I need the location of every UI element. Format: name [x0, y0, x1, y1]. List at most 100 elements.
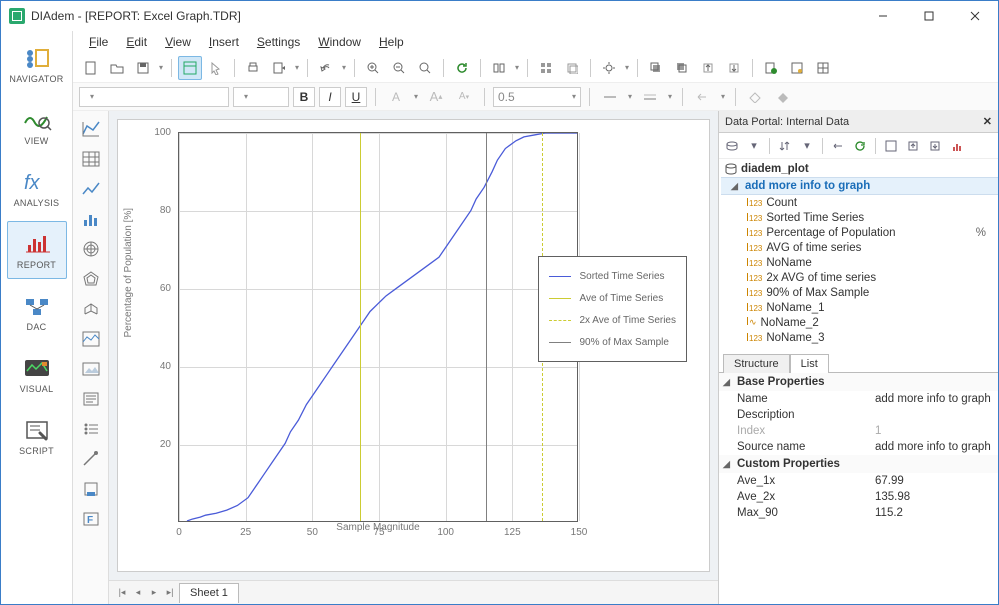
italic-button[interactable]: I	[319, 87, 341, 107]
channel-row[interactable]: 123Count	[721, 195, 998, 210]
menu-view[interactable]: View	[157, 33, 199, 51]
nav-view[interactable]: VIEW	[7, 97, 67, 155]
portal-close-button[interactable]: ✕	[983, 115, 992, 128]
property-row[interactable]: Source nameadd more info to graph	[719, 439, 998, 455]
property-row[interactable]: Ave_1x67.99	[719, 473, 998, 489]
new-button[interactable]	[79, 56, 103, 80]
contour-tool[interactable]	[77, 325, 105, 353]
portal-dropdown-icon[interactable]: ▾	[745, 137, 763, 155]
custom-properties-header[interactable]: ◢Custom Properties	[719, 455, 998, 473]
close-button[interactable]	[952, 1, 998, 31]
print-button[interactable]	[241, 56, 265, 80]
property-row[interactable]: Ave_2x135.98	[719, 489, 998, 505]
nav-script[interactable]: SCRIPT	[7, 407, 67, 465]
maximize-button[interactable]	[906, 1, 952, 31]
axis2d-tool[interactable]	[77, 115, 105, 143]
portal-sort-button[interactable]	[776, 137, 794, 155]
base-properties-header[interactable]: ◢Base Properties	[719, 373, 998, 391]
property-row[interactable]: Index1	[719, 423, 998, 439]
report-page[interactable]: Percentage of Population [%] 20406080100…	[117, 119, 710, 572]
menu-window[interactable]: Window	[310, 33, 369, 51]
image-tool[interactable]	[77, 355, 105, 383]
order-forward-button[interactable]	[696, 56, 720, 80]
portal-expand-button[interactable]	[829, 137, 847, 155]
zoom-combo[interactable]: 0.5▾	[493, 87, 581, 107]
sheet-first-button[interactable]: |◂	[115, 584, 129, 602]
nav-navigator[interactable]: NAVIGATOR	[7, 35, 67, 93]
open-button[interactable]	[105, 56, 129, 80]
menu-file[interactable]: File	[81, 33, 116, 51]
channel-row[interactable]: 1232x AVG of time series	[721, 270, 998, 285]
arrow-start-button[interactable]	[691, 85, 715, 109]
minimize-button[interactable]	[860, 1, 906, 31]
zoom-fit-button[interactable]	[413, 56, 437, 80]
list-tool[interactable]	[77, 415, 105, 443]
order-back-button[interactable]	[670, 56, 694, 80]
property-row[interactable]: Max_90115.2	[719, 505, 998, 521]
property-row[interactable]: Description	[719, 407, 998, 423]
order-backward-button[interactable]	[722, 56, 746, 80]
fill-color-button[interactable]	[772, 85, 796, 109]
underline-button[interactable]: U	[345, 87, 367, 107]
portal-dropdown2-icon[interactable]: ▾	[798, 137, 816, 155]
portal-up-button[interactable]	[904, 137, 922, 155]
nav-visual[interactable]: VISUAL	[7, 345, 67, 403]
polar-tool[interactable]	[77, 235, 105, 263]
nav-dac[interactable]: DAC	[7, 283, 67, 341]
portal-internal-button[interactable]	[723, 137, 741, 155]
channel-row[interactable]: 123NoName	[721, 255, 998, 270]
channel-row[interactable]: 123AVG of time series	[721, 240, 998, 255]
channel-row[interactable]: ∿NoName_2	[721, 315, 998, 330]
menu-help[interactable]: Help	[371, 33, 412, 51]
sheet-prev-button[interactable]: ◂	[131, 584, 145, 602]
tree-group[interactable]: ◢ add more info to graph	[721, 177, 998, 195]
line-chart-tool[interactable]	[77, 175, 105, 203]
channel-tree[interactable]: diadem_plot ◢ add more info to graph 123…	[719, 159, 998, 351]
text-tool[interactable]	[77, 385, 105, 413]
font-size-combo[interactable]: ▾	[233, 87, 289, 107]
portal-refresh-button[interactable]	[851, 137, 869, 155]
menu-insert[interactable]: Insert	[201, 33, 247, 51]
property-row[interactable]: Nameadd more info to graph	[719, 391, 998, 407]
channel-row[interactable]: 12390% of Max Sample	[721, 285, 998, 300]
group2-button[interactable]	[560, 56, 584, 80]
font-color-button[interactable]: A	[384, 85, 408, 109]
formula-tool[interactable]: F	[77, 505, 105, 533]
group1-button[interactable]	[534, 56, 558, 80]
save-button[interactable]	[131, 56, 155, 80]
layout-mode-button[interactable]	[178, 56, 202, 80]
menu-edit[interactable]: Edit	[118, 33, 155, 51]
tab-list[interactable]: List	[790, 354, 829, 373]
channel-row[interactable]: 123Sorted Time Series	[721, 210, 998, 225]
channel-row[interactable]: 123NoName_1	[721, 300, 998, 315]
line-style-button[interactable]	[598, 85, 622, 109]
refresh-button[interactable]	[450, 56, 474, 80]
bold-button[interactable]: B	[293, 87, 315, 107]
table-tool[interactable]	[77, 145, 105, 173]
font-family-combo[interactable]: ▾	[79, 87, 229, 107]
channel-row[interactable]: 123Percentage of Population%	[721, 225, 998, 240]
zoom-out-button[interactable]	[387, 56, 411, 80]
radar-tool[interactable]	[77, 265, 105, 293]
sheet-tab[interactable]: Sheet 1	[179, 583, 239, 603]
portal-down-button[interactable]	[926, 137, 944, 155]
export-button[interactable]	[267, 56, 291, 80]
zoom-in-button[interactable]	[361, 56, 385, 80]
font-shrink-button[interactable]: A▾	[452, 85, 476, 109]
shape-tool[interactable]	[77, 445, 105, 473]
sheet-next-button[interactable]: ▸	[147, 584, 161, 602]
nav-report[interactable]: REPORT	[7, 221, 67, 279]
channel-row[interactable]: 123NoName_3	[721, 330, 998, 345]
portal-save-button[interactable]	[882, 137, 900, 155]
portal-chart-button[interactable]	[948, 137, 966, 155]
grid-button[interactable]	[811, 56, 835, 80]
nav-analysis[interactable]: fx ANALYSIS	[7, 159, 67, 217]
bar-chart-tool[interactable]	[77, 205, 105, 233]
align-button[interactable]	[487, 56, 511, 80]
tree-root[interactable]: diadem_plot	[721, 161, 998, 177]
sheet-last-button[interactable]: ▸|	[163, 584, 177, 602]
font-grow-button[interactable]: A▴	[424, 85, 448, 109]
cursor-button[interactable]	[204, 56, 228, 80]
3d-tool[interactable]	[77, 295, 105, 323]
menu-settings[interactable]: Settings	[249, 33, 308, 51]
